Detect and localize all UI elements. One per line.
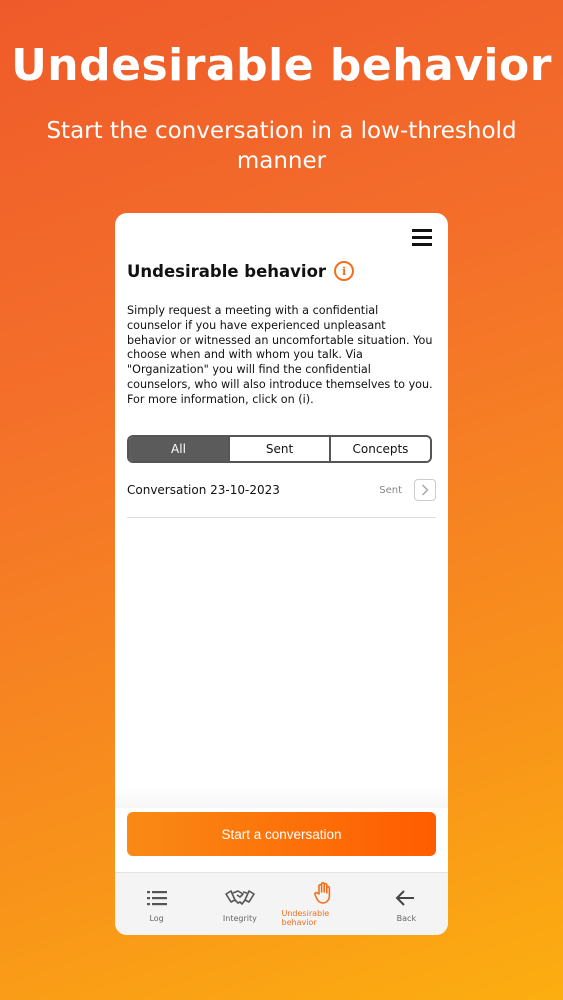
tab-back[interactable]: Back (365, 873, 448, 935)
screen-title: Undesirable behavior (127, 261, 327, 281)
promo-subtitle: Start the conversation in a low-threshol… (46, 118, 517, 174)
tab-undesirable-behavior-label: Undesirable behavior (281, 909, 330, 927)
conversation-row[interactable]: Conversation 23-10-2023 Sent (127, 475, 436, 518)
screen-header: Undesirable behavior i (127, 261, 355, 281)
phone-screen: Undesirable behavior i Simply request a … (115, 213, 448, 935)
tab-integrity[interactable]: Integrity (198, 873, 281, 935)
list-icon (146, 890, 167, 905)
conversation-title: Conversation 23-10-2023 (127, 483, 280, 497)
hand-icon (314, 881, 331, 904)
info-icon[interactable]: i (334, 261, 355, 281)
filter-sent[interactable]: Sent (228, 437, 329, 461)
screen-description: Simply request a meeting with a confiden… (127, 304, 433, 406)
scroll-fade (115, 788, 448, 808)
hamburger-menu-icon[interactable] (412, 229, 432, 247)
handshake-icon (225, 889, 255, 905)
tab-back-label: Back (396, 913, 417, 923)
promo-title: Undesirable behavior (11, 40, 552, 91)
tab-log-label: Log (149, 913, 164, 923)
chevron-right-icon[interactable] (414, 479, 436, 501)
tab-log[interactable]: Log (115, 873, 198, 935)
filter-segmented-control: All Sent Concepts (127, 435, 432, 463)
tab-undesirable-behavior[interactable]: Undesirable behavior (282, 873, 365, 935)
filter-concepts[interactable]: Concepts (329, 437, 430, 461)
back-arrow-icon (395, 889, 415, 906)
start-conversation-button[interactable]: Start a conversation (127, 812, 436, 856)
tab-integrity-label: Integrity (222, 913, 257, 923)
filter-all[interactable]: All (129, 437, 228, 461)
conversation-status: Sent (379, 484, 402, 496)
bottom-tab-bar: Log Integrity Undesirable behavior Back (115, 872, 448, 935)
